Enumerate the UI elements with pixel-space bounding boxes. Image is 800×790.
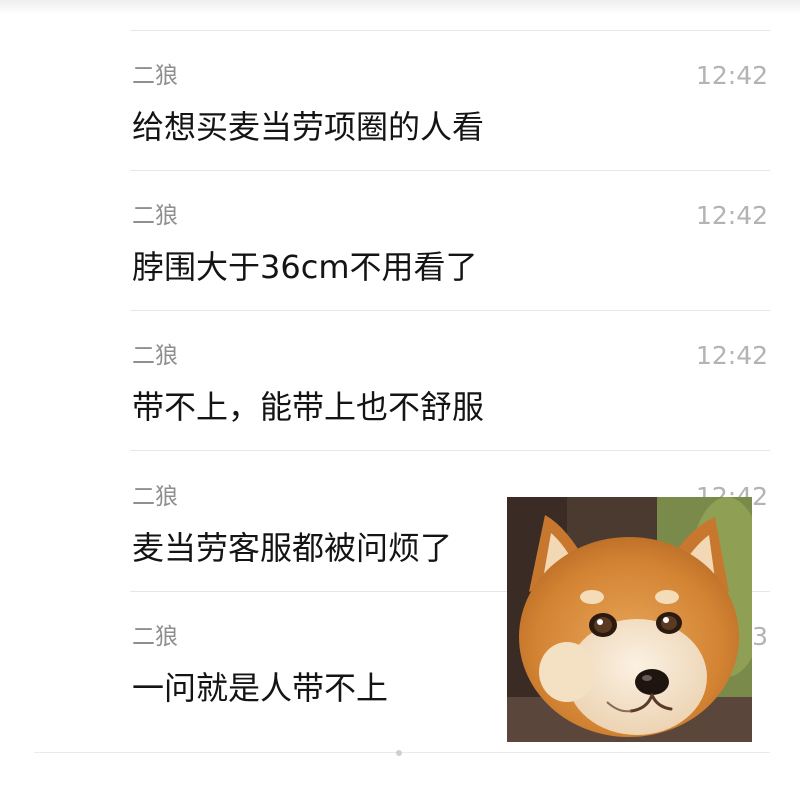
bottom-area xyxy=(0,752,800,790)
chat-history-page: 二狼 12:42 给想买麦当劳项圈的人看 二狼 12:42 脖围大于36cm不用… xyxy=(0,0,800,790)
message-text: 带不上，能带上也不舒服 xyxy=(132,388,485,426)
message-sender: 二狼 xyxy=(132,203,178,229)
message-sender: 二狼 xyxy=(132,343,178,369)
message-sender: 二狼 xyxy=(132,484,178,510)
message-text: 一问就是人带不上 xyxy=(132,669,389,707)
scroll-indicator xyxy=(396,750,402,756)
top-edge-shadow xyxy=(0,0,800,14)
message-divider xyxy=(130,450,770,451)
dog-face-icon xyxy=(507,497,752,742)
bottom-divider xyxy=(34,752,770,753)
message-sender: 二狼 xyxy=(132,63,178,89)
message-sender: 二狼 xyxy=(132,624,178,650)
message-time: 12:42 xyxy=(695,61,768,90)
message-time: 12:42 xyxy=(695,201,768,230)
message-item[interactable]: 二狼 12:42 给想买麦当劳项圈的人看 xyxy=(0,31,800,171)
message-text: 给想买麦当劳项圈的人看 xyxy=(132,108,485,146)
message-text: 脖围大于36cm不用看了 xyxy=(132,248,478,286)
message-item[interactable]: 二狼 12:42 脖围大于36cm不用看了 xyxy=(0,171,800,311)
shiba-sticker-image xyxy=(507,497,752,742)
message-item[interactable]: 二狼 12:42 带不上，能带上也不舒服 xyxy=(0,311,800,451)
message-text: 麦当劳客服都被问烦了 xyxy=(132,529,453,567)
message-time: 12:42 xyxy=(695,341,768,370)
